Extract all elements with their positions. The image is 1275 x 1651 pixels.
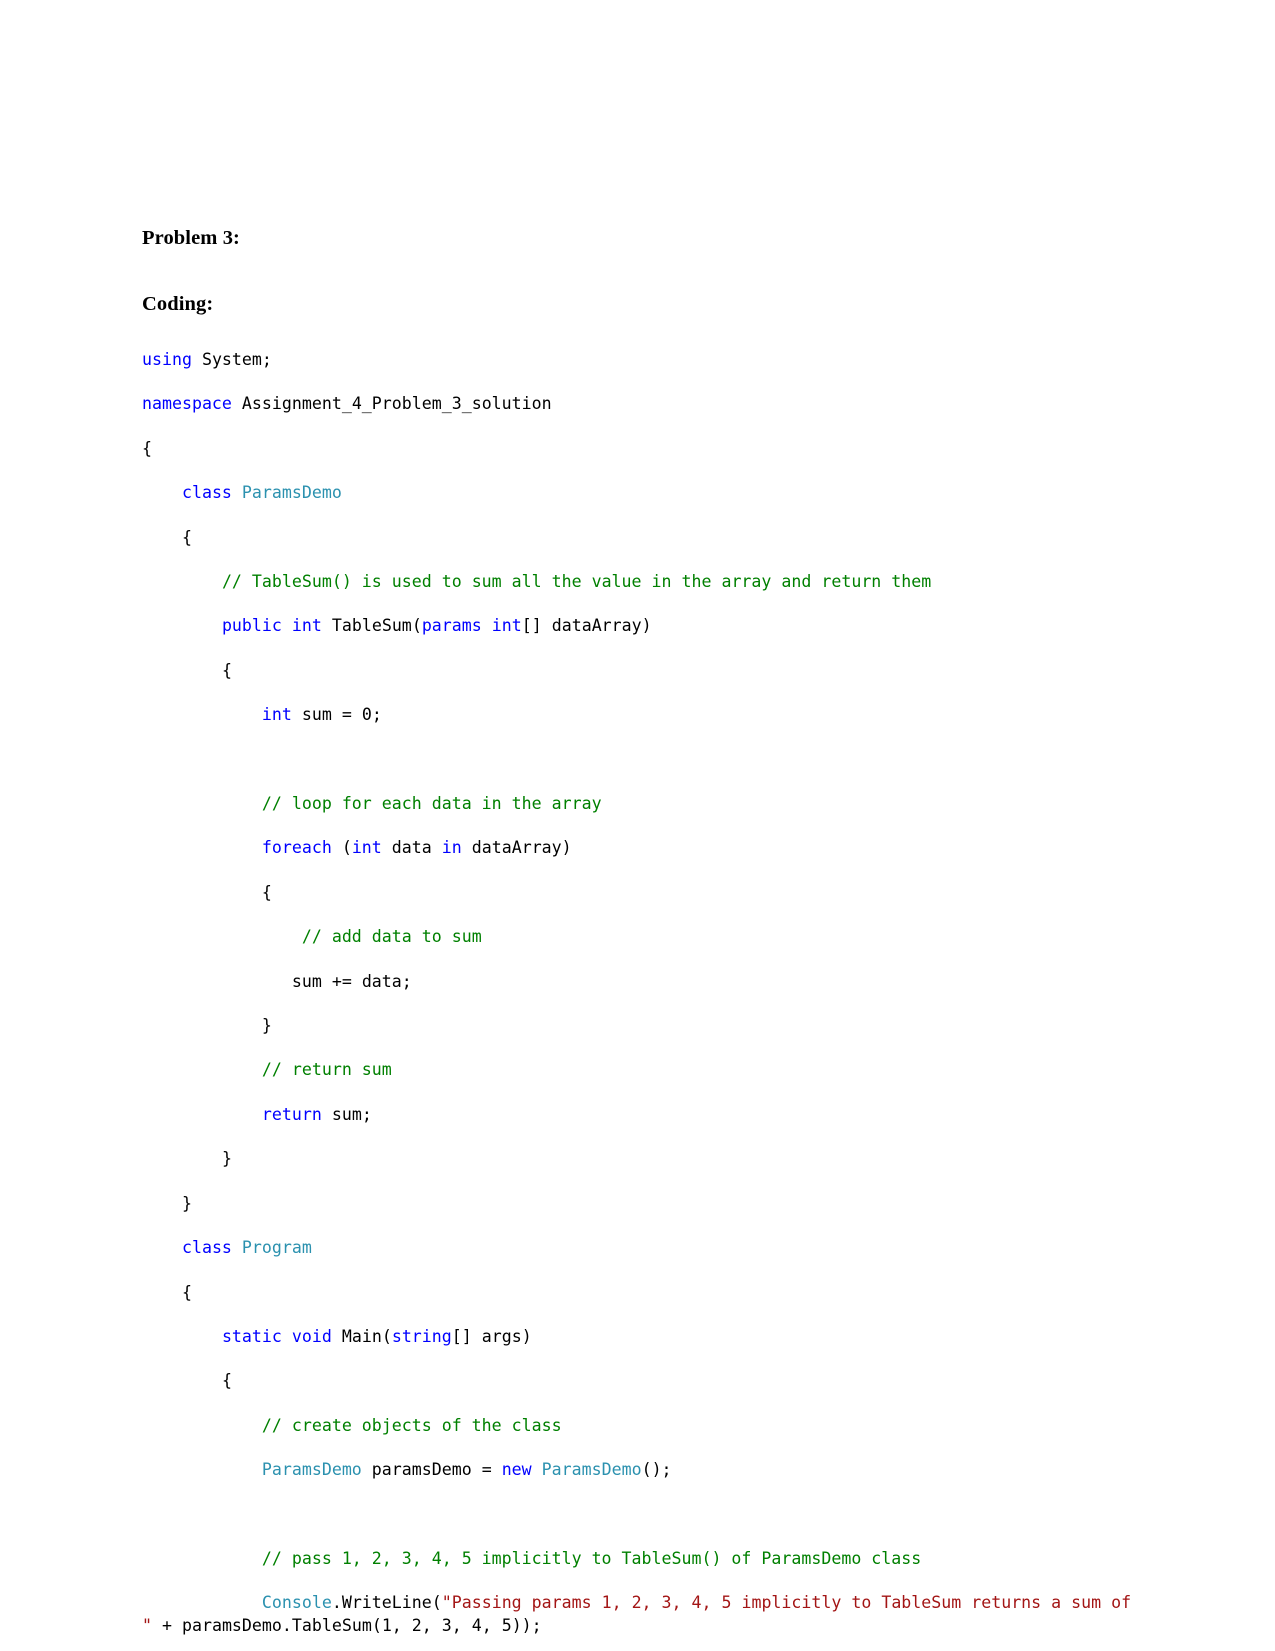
code-line: { [142,438,152,458]
code-line: // return sum [261,1060,392,1080]
code-line: { [261,882,272,902]
code-line: } [181,1193,192,1213]
spacer-after-problem-heading [142,249,1142,294]
code-line: using System; [142,350,272,369]
code-line: class Program [181,1238,312,1258]
code-line: foreach (int data in dataArray) [261,838,572,858]
code-line: sum += data; [291,971,412,991]
code-line: { [181,1282,192,1302]
code-line: static void Main(string[] args) [221,1326,532,1346]
code-line: Console.WriteLine("Passing params 1, 2, … [142,1593,1142,1635]
code-line: } [261,1016,272,1036]
code-line: public int TableSum(params int[] dataArr… [221,616,652,636]
code-line: namespace Assignment_4_Problem_3_solutio… [142,394,552,414]
code-line: class ParamsDemo [181,483,342,503]
code-line: return sum; [261,1104,372,1124]
code-block-csharp: using System; namespace Assignment_4_Pro… [142,349,1142,1651]
code-line: { [221,1371,232,1391]
code-line: // loop for each data in the array [261,794,602,814]
code-line: // create objects of the class [261,1415,562,1435]
code-line: { [221,660,232,680]
code-line: } [221,1149,232,1169]
code-line: // TableSum() is used to sum all the val… [221,572,932,592]
section-heading-coding: Coding: [142,292,214,315]
code-line: // pass 1, 2, 3, 4, 5 implicitly to Tabl… [261,1548,922,1568]
code-line: ParamsDemo paramsDemo = new ParamsDemo()… [261,1460,672,1480]
code-line: // add data to sum [301,927,482,947]
spacer-after-coding-heading [142,314,1142,349]
document-content: Problem 3: Coding: using System; namespa… [142,228,1142,1651]
code-line: { [181,527,192,547]
document-page: Problem 3: Coding: using System; namespa… [0,0,1275,1651]
page-title-problem: Problem 3: [142,227,240,249]
code-line: int sum = 0; [261,705,382,725]
